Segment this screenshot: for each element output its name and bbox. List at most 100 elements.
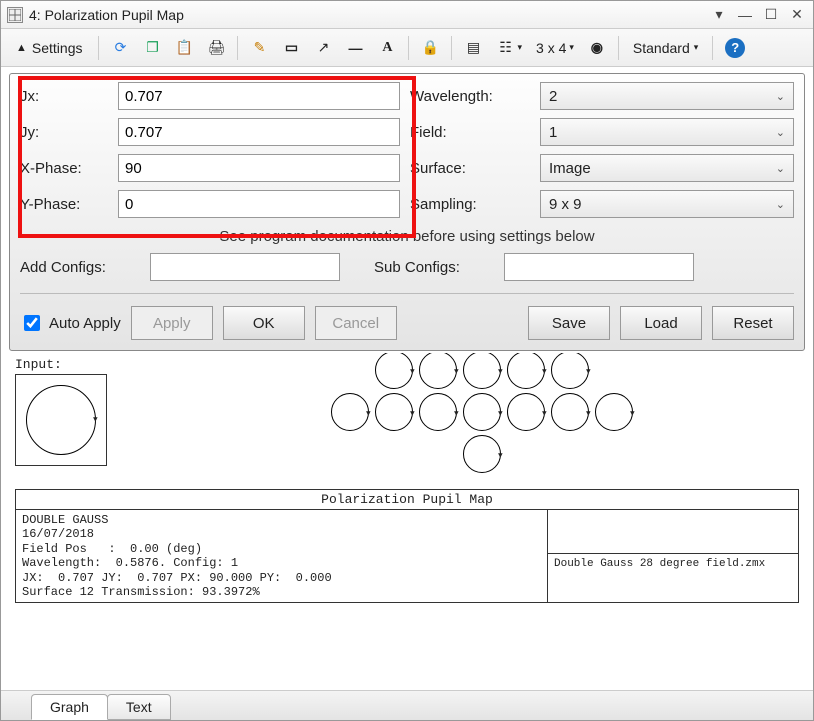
refresh-button[interactable]: ⟳ bbox=[106, 34, 134, 62]
pupil-ellipse: ▸ bbox=[595, 393, 633, 431]
reset-button[interactable]: Reset bbox=[712, 306, 794, 340]
line-button[interactable]: — bbox=[341, 34, 369, 62]
yphase-input[interactable] bbox=[118, 190, 400, 218]
jy-input[interactable] bbox=[118, 118, 400, 146]
chevron-down-icon: ⌄ bbox=[776, 162, 785, 175]
pupil-map-canvas: Input: ▸ ▸▸▸▸▸ ▸▸▸▸▸▸▸ ▸ bbox=[15, 357, 799, 487]
grid-size-button[interactable]: 3 x 4 ▾ bbox=[531, 34, 579, 62]
auto-apply-checkbox[interactable]: Auto Apply bbox=[20, 312, 121, 334]
chevron-down-icon: ⌄ bbox=[776, 126, 785, 139]
output-right-top bbox=[548, 509, 798, 553]
text-tool-button[interactable]: A bbox=[373, 34, 401, 62]
maximize-button[interactable]: ☐ bbox=[761, 6, 781, 23]
chevron-down-icon: ▾ bbox=[694, 42, 699, 53]
load-button[interactable]: Load bbox=[620, 306, 702, 340]
dropdown-button[interactable]: ▾ bbox=[709, 6, 729, 23]
tab-text[interactable]: Text bbox=[107, 694, 171, 720]
separator bbox=[237, 36, 238, 60]
target-button[interactable]: ◉ bbox=[583, 34, 611, 62]
help-button[interactable]: ? bbox=[720, 34, 750, 62]
sampling-select[interactable]: 9 x 9⌄ bbox=[540, 190, 794, 218]
pupil-ellipse: ▸ bbox=[551, 393, 589, 431]
print-icon: 🖨 bbox=[207, 39, 225, 57]
input-ellipse: ▸ bbox=[26, 385, 96, 455]
chevron-down-icon: ⌄ bbox=[776, 90, 785, 103]
separator bbox=[451, 36, 452, 60]
pupil-ellipse: ▸ bbox=[507, 393, 545, 431]
divider bbox=[20, 293, 794, 294]
settings-toggle[interactable]: ▲ Settings bbox=[7, 34, 91, 62]
copy-button[interactable]: ❐ bbox=[138, 34, 166, 62]
pencil-button[interactable]: ✎ bbox=[245, 34, 273, 62]
output-right: Double Gauss 28 degree field.zmx bbox=[548, 509, 798, 602]
pupil-grid: ▸▸▸▸▸ ▸▸▸▸▸▸▸ ▸ bbox=[165, 353, 799, 477]
rect-button[interactable]: ▭ bbox=[277, 34, 305, 62]
pupil-ellipse: ▸ bbox=[375, 393, 413, 431]
tab-graph[interactable]: Graph bbox=[31, 694, 108, 720]
grid-size-label: 3 x 4 bbox=[536, 40, 566, 56]
field-select[interactable]: 1⌄ bbox=[540, 118, 794, 146]
chevron-up-icon: ▲ bbox=[16, 42, 27, 54]
help-icon: ? bbox=[725, 38, 745, 58]
output-filename: Double Gauss 28 degree field.zmx bbox=[548, 553, 798, 602]
separator bbox=[408, 36, 409, 60]
sub-configs-input[interactable] bbox=[504, 253, 694, 281]
close-button[interactable]: ✕ bbox=[787, 6, 807, 23]
apply-button: Apply bbox=[131, 306, 213, 340]
chevron-down-icon: ▾ bbox=[569, 42, 574, 53]
standard-label: Standard bbox=[633, 40, 690, 56]
add-configs-input[interactable] bbox=[150, 253, 340, 281]
arrow-icon: ↗ bbox=[314, 39, 332, 57]
titlebar: 4: Polarization Pupil Map ▾ — ☐ ✕ bbox=[1, 1, 813, 29]
window-root: 4: Polarization Pupil Map ▾ — ☐ ✕ ▲ Sett… bbox=[0, 0, 814, 721]
wavelength-select[interactable]: 2⌄ bbox=[540, 82, 794, 110]
pupil-ellipse: ▸ bbox=[375, 353, 413, 389]
window-icon: ▤ bbox=[464, 39, 482, 57]
arrow-button[interactable]: ↗ bbox=[309, 34, 337, 62]
lock-icon: 🔒 bbox=[421, 39, 439, 57]
pencil-icon: ✎ bbox=[250, 39, 268, 57]
surface-label: Surface: bbox=[410, 160, 530, 177]
standard-dropdown[interactable]: Standard ▾ bbox=[626, 34, 705, 62]
polarization-group: Jx: Wavelength: 2⌄ Jy: Field: 1⌄ bbox=[20, 82, 794, 218]
ok-button[interactable]: OK bbox=[223, 306, 305, 340]
copy-icon: ❐ bbox=[143, 39, 161, 57]
separator bbox=[98, 36, 99, 60]
pupil-ellipse: ▸ bbox=[419, 393, 457, 431]
layers-icon: ☷ bbox=[496, 39, 514, 57]
sampling-label: Sampling: bbox=[410, 196, 530, 213]
add-configs-label: Add Configs: bbox=[20, 259, 140, 276]
rectangle-icon: ▭ bbox=[282, 39, 300, 57]
output-title: Polarization Pupil Map bbox=[16, 490, 798, 509]
canvas-area: Input: ▸ ▸▸▸▸▸ ▸▸▸▸▸▸▸ ▸ Polarization Pu… bbox=[1, 353, 813, 690]
pupil-ellipse: ▸ bbox=[463, 393, 501, 431]
settings-note: See program documentation before using s… bbox=[20, 228, 794, 245]
xphase-input[interactable] bbox=[118, 154, 400, 182]
jx-input[interactable] bbox=[118, 82, 400, 110]
refresh-icon: ⟳ bbox=[111, 39, 129, 57]
auto-apply-check-input[interactable] bbox=[24, 315, 40, 331]
layers-button[interactable]: ☷▾ bbox=[491, 34, 527, 62]
surface-select[interactable]: Image⌄ bbox=[540, 154, 794, 182]
output-panel: Polarization Pupil Map DOUBLE GAUSS 16/0… bbox=[15, 489, 799, 603]
chevron-down-icon: ⌄ bbox=[776, 198, 785, 211]
jx-label: Jx: bbox=[20, 88, 110, 105]
tab-bar: Graph Text bbox=[1, 690, 813, 720]
app-icon bbox=[7, 7, 23, 23]
print-button[interactable]: 🖨 bbox=[202, 34, 230, 62]
minimize-button[interactable]: — bbox=[735, 7, 755, 23]
pupil-ellipse: ▸ bbox=[551, 353, 589, 389]
toolbar: ▲ Settings ⟳ ❐ 📋 🖨 ✎ ▭ ↗ — A 🔒 ▤ ☷▾ 3 x … bbox=[1, 29, 813, 67]
lock-button[interactable]: 🔒 bbox=[416, 34, 444, 62]
settings-panel: Jx: Wavelength: 2⌄ Jy: Field: 1⌄ bbox=[9, 73, 805, 351]
paste-button[interactable]: 📋 bbox=[170, 34, 198, 62]
separator bbox=[712, 36, 713, 60]
save-button[interactable]: Save bbox=[528, 306, 610, 340]
window-layout-button[interactable]: ▤ bbox=[459, 34, 487, 62]
pupil-ellipse: ▸ bbox=[463, 435, 501, 473]
pupil-ellipse: ▸ bbox=[419, 353, 457, 389]
input-polarization-box: ▸ bbox=[15, 374, 107, 466]
auto-apply-label: Auto Apply bbox=[49, 315, 121, 332]
pupil-ellipse: ▸ bbox=[507, 353, 545, 389]
xphase-label: X-Phase: bbox=[20, 160, 110, 177]
